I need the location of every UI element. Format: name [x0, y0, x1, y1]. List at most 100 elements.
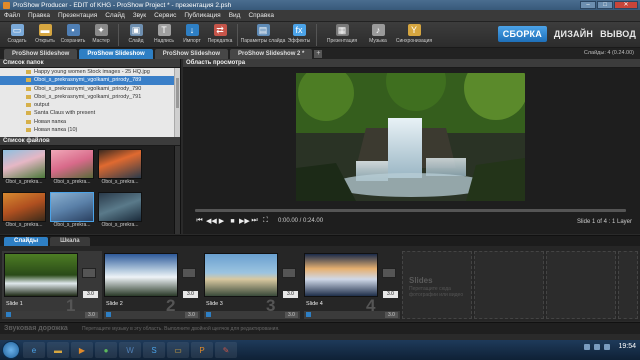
- stop-icon[interactable]: ■: [228, 218, 237, 225]
- toolbar-button-effects[interactable]: fx Эффекты: [285, 22, 313, 44]
- project-tab[interactable]: ProShow Slideshow: [154, 49, 229, 59]
- slide-play-icon[interactable]: [106, 312, 111, 317]
- skip-start-icon[interactable]: ⏮: [195, 217, 204, 225]
- transition-icon[interactable]: [182, 268, 196, 278]
- empty-slide-placeholder[interactable]: [618, 251, 638, 319]
- ie-icon[interactable]: e: [23, 342, 45, 358]
- tray-icon[interactable]: [594, 343, 601, 350]
- file-scrollbar[interactable]: [174, 146, 180, 234]
- toolbar-button-slide[interactable]: ▣ Слайд: [122, 22, 150, 44]
- slide-thumbnail: [4, 253, 78, 297]
- tray-icon[interactable]: [584, 343, 591, 350]
- folder-item[interactable]: Oboi_s_prekrasnymi_vgolkami_prirody_789: [0, 76, 180, 85]
- toolbar-button-slide-settings[interactable]: ▤ Параметры слайда: [241, 22, 285, 44]
- transition-duration[interactable]: 3.0: [385, 312, 398, 318]
- folder-item[interactable]: Oboi_s_prekrasnymi_vgolkami_prirody_790: [0, 85, 180, 93]
- project-tab[interactable]: ProShow Slideshow: [4, 49, 78, 59]
- slide-play-icon[interactable]: [306, 312, 311, 317]
- slide-duration[interactable]: 3.0: [283, 291, 298, 298]
- explorer-icon[interactable]: ▬: [47, 342, 69, 358]
- toolbar-button-save[interactable]: ▪ Сохранить: [59, 22, 87, 44]
- transition-duration[interactable]: 3.0: [85, 312, 98, 318]
- toolbar-button-presentation[interactable]: ▦ Презентация: [320, 22, 364, 44]
- slide-play-icon[interactable]: [6, 312, 11, 317]
- project-tab[interactable]: ProShow Slideshow 2 *: [230, 49, 313, 59]
- toolbar-button-open-folder[interactable]: ▬ Открыть: [31, 22, 59, 44]
- empty-slide-placeholder[interactable]: [474, 251, 544, 319]
- mode-output-button[interactable]: ВЫВОД: [600, 29, 636, 39]
- add-tab-button[interactable]: +: [314, 50, 323, 58]
- slide-slot[interactable]: 3.0 Slide 3 3 3.0: [202, 251, 302, 319]
- slide-play-icon[interactable]: [206, 312, 211, 317]
- folder-item[interactable]: Новая папка: [0, 118, 180, 126]
- menu-slide[interactable]: Слайд: [105, 12, 125, 19]
- slide-count: Слайды: 4 (0.24.00): [583, 50, 634, 56]
- word-icon[interactable]: W: [119, 342, 141, 358]
- toolbar-button-wizard[interactable]: ✦ Мастер: [87, 22, 115, 44]
- file-thumbnail[interactable]: Oboi_s_prekra...: [50, 149, 94, 189]
- transition-icon[interactable]: [382, 268, 396, 278]
- slide-slot[interactable]: 3.0 Slide 4 4 3.0: [302, 251, 402, 319]
- menu-presentation[interactable]: Презентация: [58, 12, 97, 19]
- empty-slide-placeholder[interactable]: Slides Перетащите сюда фотографии или вид…: [402, 251, 472, 319]
- transition-duration[interactable]: 3.0: [285, 312, 298, 318]
- media-player-icon[interactable]: ▶: [71, 342, 93, 358]
- mode-build-button[interactable]: СБОРКА: [497, 26, 547, 42]
- slide-slot[interactable]: 3.0 Slide 2 2 3.0: [102, 251, 202, 319]
- folder-item[interactable]: Новая папка (10): [0, 126, 180, 134]
- menu-publish[interactable]: Публикация: [184, 12, 220, 19]
- toolbar-button-caption[interactable]: T Надпись: [150, 22, 178, 44]
- folder-icon: [26, 111, 31, 116]
- file-thumbnail[interactable]: Oboi_s_prekra...: [98, 192, 142, 232]
- fast-forward-icon[interactable]: ▶▶: [239, 217, 250, 225]
- menu-sound[interactable]: Звук: [133, 12, 146, 19]
- project-tab-active[interactable]: ProShow Slideshow: [79, 49, 153, 59]
- file-thumbnail[interactable]: Oboi_s_prekra...: [50, 192, 94, 232]
- toolbar-button-sync[interactable]: Y Синхронизация: [392, 22, 436, 44]
- tab-timeline[interactable]: Шкала: [50, 237, 90, 246]
- file-thumbnail[interactable]: Oboi_s_prekra...: [2, 192, 46, 232]
- transition-icon[interactable]: [282, 268, 296, 278]
- start-button[interactable]: [2, 341, 20, 359]
- skype-icon[interactable]: S: [143, 342, 165, 358]
- minimize-button[interactable]: –: [580, 1, 596, 9]
- menu-view[interactable]: Вид: [229, 12, 241, 19]
- toolbar-button-music[interactable]: ♪ Музыка: [364, 22, 392, 44]
- transition-icon[interactable]: [82, 268, 96, 278]
- slide-slot[interactable]: 3.0 Slide 1 1 3.0: [2, 251, 102, 319]
- proshow-icon[interactable]: P: [191, 342, 213, 358]
- volume-icon[interactable]: [604, 343, 611, 350]
- tab-slides[interactable]: Слайды: [4, 237, 49, 246]
- close-button[interactable]: ✕: [614, 1, 638, 9]
- toolbar-button-new[interactable]: ▭ Создать: [3, 22, 31, 44]
- play-icon[interactable]: ▶: [217, 217, 226, 225]
- file-thumbnail[interactable]: Oboi_s_prekra...: [2, 149, 46, 189]
- toolbar-button-import[interactable]: ↓ Импорт: [178, 22, 206, 44]
- slide-duration[interactable]: 3.0: [83, 291, 98, 298]
- paint-icon[interactable]: ✎: [215, 342, 237, 358]
- maximize-button[interactable]: □: [597, 1, 613, 9]
- file-thumbnail[interactable]: Oboi_s_prekra...: [98, 149, 142, 189]
- fullscreen-icon[interactable]: ⛶: [261, 217, 270, 225]
- toolbar-button-transition[interactable]: ⇄ Передатка: [206, 22, 234, 44]
- transition-duration[interactable]: 3.0: [185, 312, 198, 318]
- menu-file[interactable]: Файл: [4, 12, 20, 19]
- folder-item[interactable]: Santa Claus with present: [0, 109, 180, 117]
- menu-edit[interactable]: Правка: [28, 12, 50, 19]
- skip-end-icon[interactable]: ⏭: [250, 217, 259, 225]
- menu-help[interactable]: Справка: [248, 12, 274, 19]
- chrome-icon[interactable]: ●: [95, 342, 117, 358]
- slide-duration[interactable]: 3.0: [383, 291, 398, 298]
- audio-track[interactable]: Звуковая дорожка Перетащите музыку в эту…: [0, 322, 640, 334]
- preview-progress-bar[interactable]: [195, 209, 626, 212]
- folder-icon[interactable]: ▭: [167, 342, 189, 358]
- mode-design-button[interactable]: ДИЗАЙН: [554, 29, 593, 39]
- menu-tools[interactable]: Сервис: [154, 12, 176, 19]
- folder-scrollbar[interactable]: [174, 68, 180, 137]
- empty-slide-placeholder[interactable]: [546, 251, 616, 319]
- folder-item[interactable]: output: [0, 101, 180, 109]
- rewind-icon[interactable]: ◀◀: [206, 217, 217, 225]
- slide-duration[interactable]: 3.0: [183, 291, 198, 298]
- folder-item[interactable]: Happy young women Stock images - 25 HQ.j…: [0, 68, 180, 76]
- folder-item[interactable]: Oboi_s_prekrasnymi_vgolkami_prirody_791: [0, 93, 180, 101]
